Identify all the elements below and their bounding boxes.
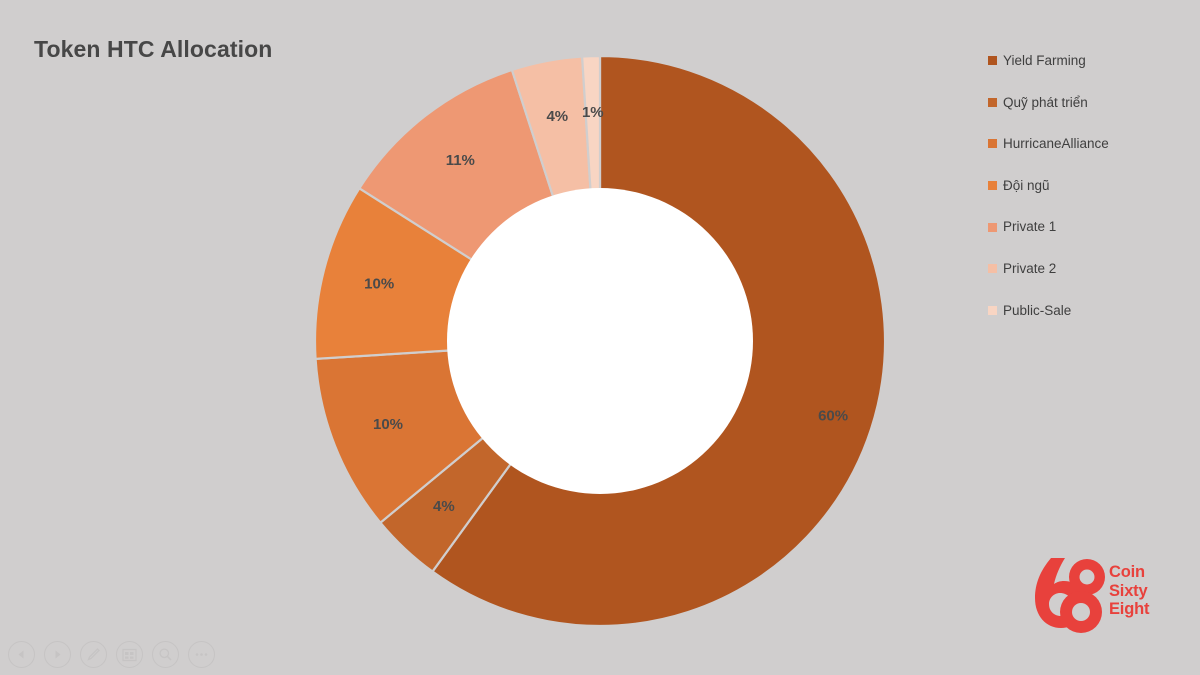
triangle-right-icon (55, 650, 61, 659)
donut-chart: 60% 4% 10% 10% 11% 4% 1% (0, 0, 960, 675)
magnifier-icon (159, 648, 172, 661)
presentation-slide: Token HTC Allocation 60% 4% 10% 10% 11% 4% 1% … (0, 0, 1200, 675)
legend-swatch-icon (988, 139, 997, 149)
previous-slide-button[interactable] (8, 641, 35, 668)
legend-item[interactable]: Public-Sale (988, 290, 1193, 332)
ellipsis-icon (195, 653, 208, 656)
legend-item[interactable]: Private 1 (988, 206, 1193, 248)
slice-value-label: 1% (582, 104, 604, 121)
legend-item-label: Yield Farming (1003, 53, 1086, 69)
legend-item-label: Private 1 (1003, 219, 1057, 235)
legend-item[interactable]: HurricaneAlliance (988, 123, 1193, 165)
chart-legend: Yield Farming Quỹ phát triển HurricaneAlli… (988, 40, 1193, 331)
legend-swatch-icon (988, 305, 997, 315)
slice-value-label: 10% (364, 275, 394, 292)
legend-swatch-icon (988, 222, 997, 232)
legend-item-label: HurricaneAlliance (1003, 136, 1109, 152)
next-slide-button[interactable] (44, 641, 71, 668)
zoom-tool-button[interactable] (152, 641, 179, 668)
logo-mark-icon (1035, 558, 1105, 633)
grid-icon (122, 648, 137, 661)
brand-logo: Coin Sixty Eight (1033, 555, 1183, 633)
pen-tool-button[interactable] (80, 641, 107, 668)
logo-line-3: Eight (1109, 600, 1150, 618)
slice-value-label: 4% (433, 498, 455, 515)
legend-swatch-icon (988, 97, 997, 107)
slide-overview-button[interactable] (116, 641, 143, 668)
legend-swatch-icon (988, 181, 997, 191)
slice-value-label: 60% (818, 408, 848, 425)
legend-swatch-icon (988, 56, 997, 66)
more-options-button[interactable] (188, 641, 215, 668)
logo-line-1: Coin (1109, 563, 1145, 581)
donut-hole (447, 188, 753, 494)
legend-item[interactable]: Quỹ phát triển (988, 82, 1193, 124)
pen-icon (87, 648, 100, 661)
legend-item[interactable]: Yield Farming (988, 40, 1193, 82)
legend-item-label: Private 2 (1003, 261, 1057, 277)
slice-value-label: 11% (446, 152, 475, 169)
legend-item[interactable]: Private 2 (988, 248, 1193, 290)
triangle-left-icon (18, 650, 24, 659)
logo-wordmark: Coin Sixty Eight (1109, 563, 1149, 619)
donut-chart-svg: 60% 4% 10% 10% 11% 4% 1% (313, 54, 887, 628)
legend-swatch-icon (988, 264, 997, 274)
legend-item-label: Quỹ phát triển (1003, 94, 1088, 110)
logo-line-2: Sixty (1109, 581, 1148, 600)
legend-item[interactable]: Đội ngũ (988, 165, 1193, 207)
legend-item-label: Public-Sale (1003, 302, 1072, 318)
slice-value-label: 4% (546, 108, 568, 125)
slice-value-label: 10% (373, 416, 403, 433)
legend-item-label: Đội ngũ (1003, 177, 1050, 193)
presentation-toolbar (8, 641, 215, 668)
